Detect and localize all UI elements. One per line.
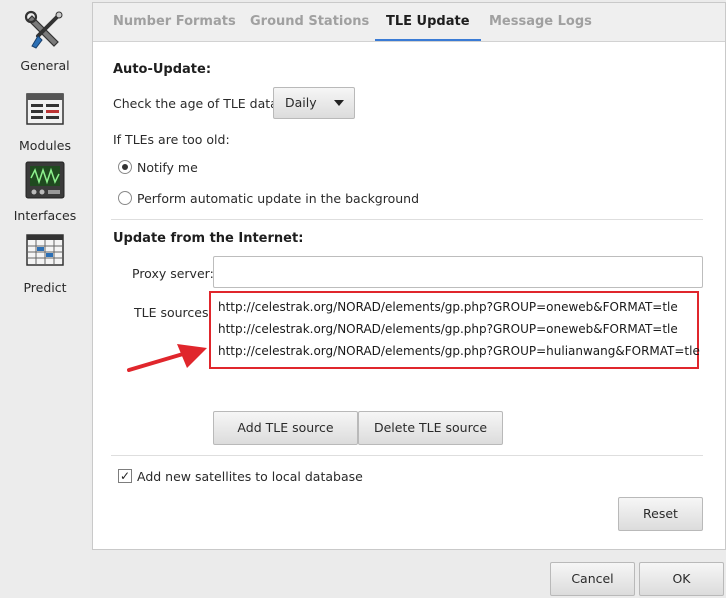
reset-button[interactable]: Reset: [618, 497, 703, 531]
calendar-grid-icon: [24, 232, 66, 274]
tab-tle-update[interactable]: TLE Update: [375, 3, 481, 41]
notify-radio[interactable]: [118, 160, 132, 174]
internet-title: Update from the Internet:: [113, 231, 304, 246]
list-item[interactable]: http://celestrak.org/NORAD/elements/gp.p…: [218, 322, 678, 336]
tle-sources-label: TLE sources:: [134, 305, 213, 320]
sidebar-item-general[interactable]: General: [0, 10, 90, 73]
auto-update-title: Auto-Update:: [113, 62, 212, 77]
list-item[interactable]: http://celestrak.org/NORAD/elements/gp.p…: [218, 300, 678, 314]
sidebar-item-label: Modules: [19, 138, 71, 153]
cancel-button[interactable]: Cancel: [550, 562, 635, 596]
interval-value: Daily: [285, 95, 317, 110]
divider: [111, 455, 703, 456]
sidebar: General Modules Interfaces Predict: [0, 0, 90, 598]
auto-update-option-label[interactable]: Perform automatic update in the backgrou…: [137, 191, 419, 206]
sidebar-item-modules[interactable]: Modules: [0, 90, 90, 153]
chevron-down-icon: [334, 100, 344, 106]
divider: [111, 219, 703, 220]
too-old-label: If TLEs are too old:: [113, 132, 230, 147]
tab-message-logs[interactable]: Message Logs: [489, 3, 592, 41]
add-satellites-label[interactable]: Add new satellites to local database: [137, 469, 363, 484]
auto-update-radio[interactable]: [118, 191, 132, 205]
preferences-pane: Number Formats Ground Stations TLE Updat…: [92, 2, 726, 550]
radio-selected-dot: [122, 164, 128, 170]
tab-ground-stations[interactable]: Ground Stations: [250, 3, 369, 41]
list-item[interactable]: http://celestrak.org/NORAD/elements/gp.p…: [218, 344, 700, 358]
add-satellites-checkbox[interactable]: ✓: [118, 469, 132, 483]
check-age-label: Check the age of TLE data:: [113, 96, 283, 111]
add-tle-source-button[interactable]: Add TLE source: [213, 411, 358, 445]
tle-sources-list[interactable]: http://celestrak.org/NORAD/elements/gp.p…: [209, 291, 700, 369]
sidebar-item-interfaces[interactable]: Interfaces: [0, 160, 90, 223]
delete-tle-source-button[interactable]: Delete TLE source: [358, 411, 503, 445]
tools-icon: [24, 10, 66, 52]
sidebar-item-label: Predict: [23, 280, 67, 295]
proxy-label: Proxy server:: [132, 266, 214, 281]
tab-bar: Number Formats Ground Stations TLE Updat…: [93, 3, 725, 42]
annotation-arrow-icon: [127, 344, 207, 372]
sidebar-item-predict[interactable]: Predict: [0, 232, 90, 295]
notify-option-label[interactable]: Notify me: [137, 160, 198, 175]
tab-number-formats[interactable]: Number Formats: [113, 3, 236, 41]
proxy-server-input[interactable]: [213, 256, 703, 288]
sidebar-item-label: Interfaces: [13, 208, 77, 223]
interval-dropdown[interactable]: Daily: [273, 87, 355, 119]
oscilloscope-icon: [24, 160, 66, 202]
ok-button[interactable]: OK: [639, 562, 724, 596]
sidebar-item-label: General: [20, 58, 70, 73]
module-grid-icon: [24, 90, 66, 132]
